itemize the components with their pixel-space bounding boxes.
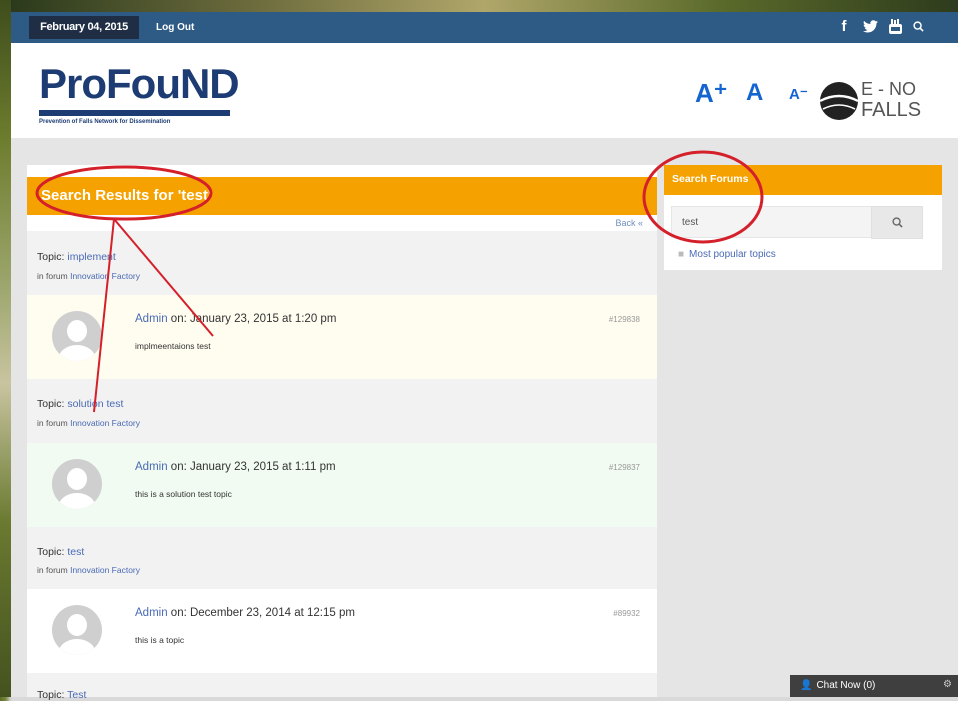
forum-search-button[interactable] [871, 206, 923, 239]
topic-title-line: Topic: solution test [37, 398, 123, 410]
post-content: implmeentaions test [135, 341, 211, 351]
forum-line: in forum Innovation Factory [37, 418, 140, 428]
author-link[interactable]: Admin [135, 607, 168, 619]
avatar[interactable] [52, 311, 102, 361]
enofalls-globe-icon [819, 82, 859, 120]
avatar[interactable] [52, 605, 102, 655]
bullet-icon: ■ [678, 249, 685, 260]
back-row: Back « [27, 215, 657, 231]
page-title: Search Results for 'test' [41, 187, 212, 204]
author-link[interactable]: Admin [135, 461, 168, 473]
result-topic-header: Topic: implement in forum Innovation Fac… [27, 231, 657, 295]
forum-prefix: in forum [37, 418, 71, 428]
result-topic-header: Topic: test in forum Innovation Factory [27, 527, 657, 589]
topic-link[interactable]: implement [67, 251, 115, 263]
search-result-post: Admin on: January 23, 2015 at 1:20 pm im… [27, 295, 657, 379]
background-photo-strip [0, 0, 11, 697]
popular-topics-item: ■ Most popular topics [678, 249, 776, 260]
chat-widget[interactable]: 👤 Chat Now (0) ⚙ [790, 675, 958, 697]
avatar[interactable] [52, 459, 102, 509]
font-size-normal-button[interactable]: A [746, 79, 763, 107]
enofalls-line1: E - NO [861, 79, 917, 99]
search-result-post: Admin on: January 23, 2015 at 1:11 pm th… [27, 443, 657, 527]
result-topic-header: Topic: Test [27, 673, 657, 701]
topic-prefix: Topic: [37, 546, 68, 558]
site-container: February 04, 2015 Log Out f ProFouND Pre… [11, 0, 958, 701]
search-result-post: Admin on: December 23, 2014 at 12:15 pm … [27, 589, 657, 673]
widget-header: Search Forums [664, 165, 942, 195]
panel-top-spacer [27, 165, 657, 177]
top-bar [11, 12, 958, 43]
chat-label: 👤 Chat Now (0) [800, 680, 876, 691]
post-content: this is a topic [135, 635, 185, 645]
logout-link[interactable]: Log Out [156, 16, 194, 39]
post-author-line: Admin on: January 23, 2015 at 1:11 pm [135, 461, 336, 473]
site-header: ProFouND Prevention of Falls Network for… [11, 43, 958, 138]
topic-title-line: Topic: implement [37, 251, 116, 263]
search-field-wrapper [671, 206, 889, 238]
topic-prefix: Topic: [37, 398, 68, 410]
topic-link[interactable]: solution test [67, 398, 123, 410]
search-icon[interactable] [911, 14, 925, 40]
forum-link[interactable]: Innovation Factory [70, 418, 140, 428]
youtube-icon[interactable] [887, 14, 903, 40]
current-date: February 04, 2015 [29, 16, 139, 39]
post-author-line: Admin on: January 23, 2015 at 1:20 pm [135, 313, 336, 325]
background-photo-top [11, 0, 958, 12]
popular-topics-link[interactable]: Most popular topics [689, 249, 776, 260]
topic-link[interactable]: Test [67, 689, 86, 701]
forum-search-input[interactable] [672, 207, 888, 237]
gear-icon[interactable]: ⚙ [943, 679, 952, 690]
facebook-icon[interactable]: f [837, 14, 851, 40]
post-content: this is a solution test topic [135, 489, 232, 499]
logo-text: ProFouND [39, 60, 240, 107]
enofalls-logo[interactable]: E - NO FALLS [817, 79, 935, 123]
results-banner: Search Results for 'test' [27, 177, 657, 215]
topic-title-line: Topic: Test [37, 689, 86, 701]
logo-subtitle: Prevention of Falls Network for Dissemin… [39, 119, 171, 125]
search-icon [892, 217, 903, 228]
logo-underline [39, 110, 230, 116]
twitter-icon[interactable] [861, 14, 879, 40]
forum-link[interactable]: Innovation Factory [70, 565, 140, 575]
post-date: on: December 23, 2014 at 12:15 pm [167, 607, 355, 619]
post-author-line: Admin on: December 23, 2014 at 12:15 pm [135, 607, 355, 619]
search-results-panel: Search Results for 'test' Back « Topic: … [27, 165, 657, 701]
enofalls-line2: FALLS [861, 99, 922, 121]
profound-logo[interactable]: ProFouND Prevention of Falls Network for… [39, 60, 244, 130]
author-link[interactable]: Admin [135, 313, 168, 325]
result-topic-header: Topic: solution test in forum Innovation… [27, 379, 657, 443]
user-icon: 👤 [800, 680, 813, 691]
post-permalink[interactable]: #89932 [613, 609, 640, 618]
topic-prefix: Topic: [37, 251, 68, 263]
forum-line: in forum Innovation Factory [37, 271, 140, 281]
font-size-decrease-button[interactable]: A⁻ [789, 85, 808, 103]
forum-prefix: in forum [37, 565, 71, 575]
post-date: on: January 23, 2015 at 1:11 pm [167, 461, 336, 473]
post-permalink[interactable]: #129837 [609, 463, 640, 472]
topic-prefix: Topic: [37, 689, 68, 701]
forum-line: in forum Innovation Factory [37, 565, 140, 575]
font-size-increase-button[interactable]: A⁺ [695, 78, 728, 109]
topic-link[interactable]: test [67, 546, 84, 558]
back-link[interactable]: Back « [615, 218, 643, 228]
forum-link[interactable]: Innovation Factory [70, 271, 140, 281]
forum-prefix: in forum [37, 271, 71, 281]
widget-title: Search Forums [672, 173, 749, 185]
post-date: on: January 23, 2015 at 1:20 pm [167, 313, 337, 325]
topic-title-line: Topic: test [37, 546, 84, 558]
post-permalink[interactable]: #129838 [609, 315, 640, 324]
